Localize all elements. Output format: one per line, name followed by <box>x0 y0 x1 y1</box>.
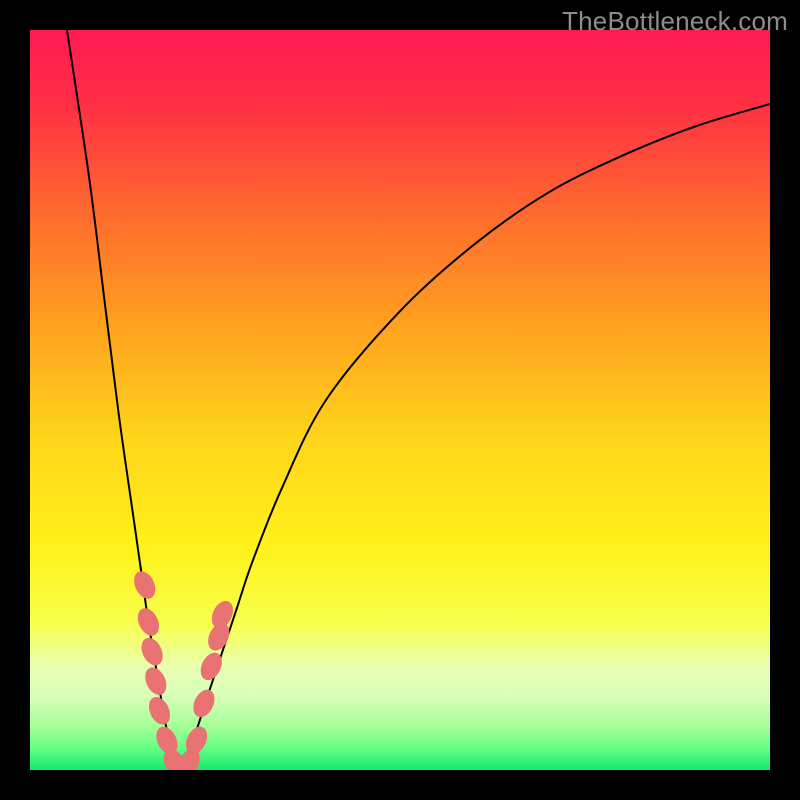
highlight-blob <box>208 598 236 631</box>
bottleneck-curve <box>30 30 770 770</box>
chart-frame: TheBottleneck.com <box>0 0 800 800</box>
highlight-blob <box>145 694 173 727</box>
highlight-blob <box>190 687 218 720</box>
curve-right-branch <box>178 104 770 770</box>
highlight-blob <box>142 665 170 698</box>
highlight-blob <box>138 635 166 668</box>
highlight-blob <box>134 606 162 639</box>
highlight-blobs <box>131 569 237 770</box>
plot-area <box>30 30 770 770</box>
watermark-text: TheBottleneck.com <box>562 6 788 37</box>
highlight-blob <box>131 569 159 602</box>
